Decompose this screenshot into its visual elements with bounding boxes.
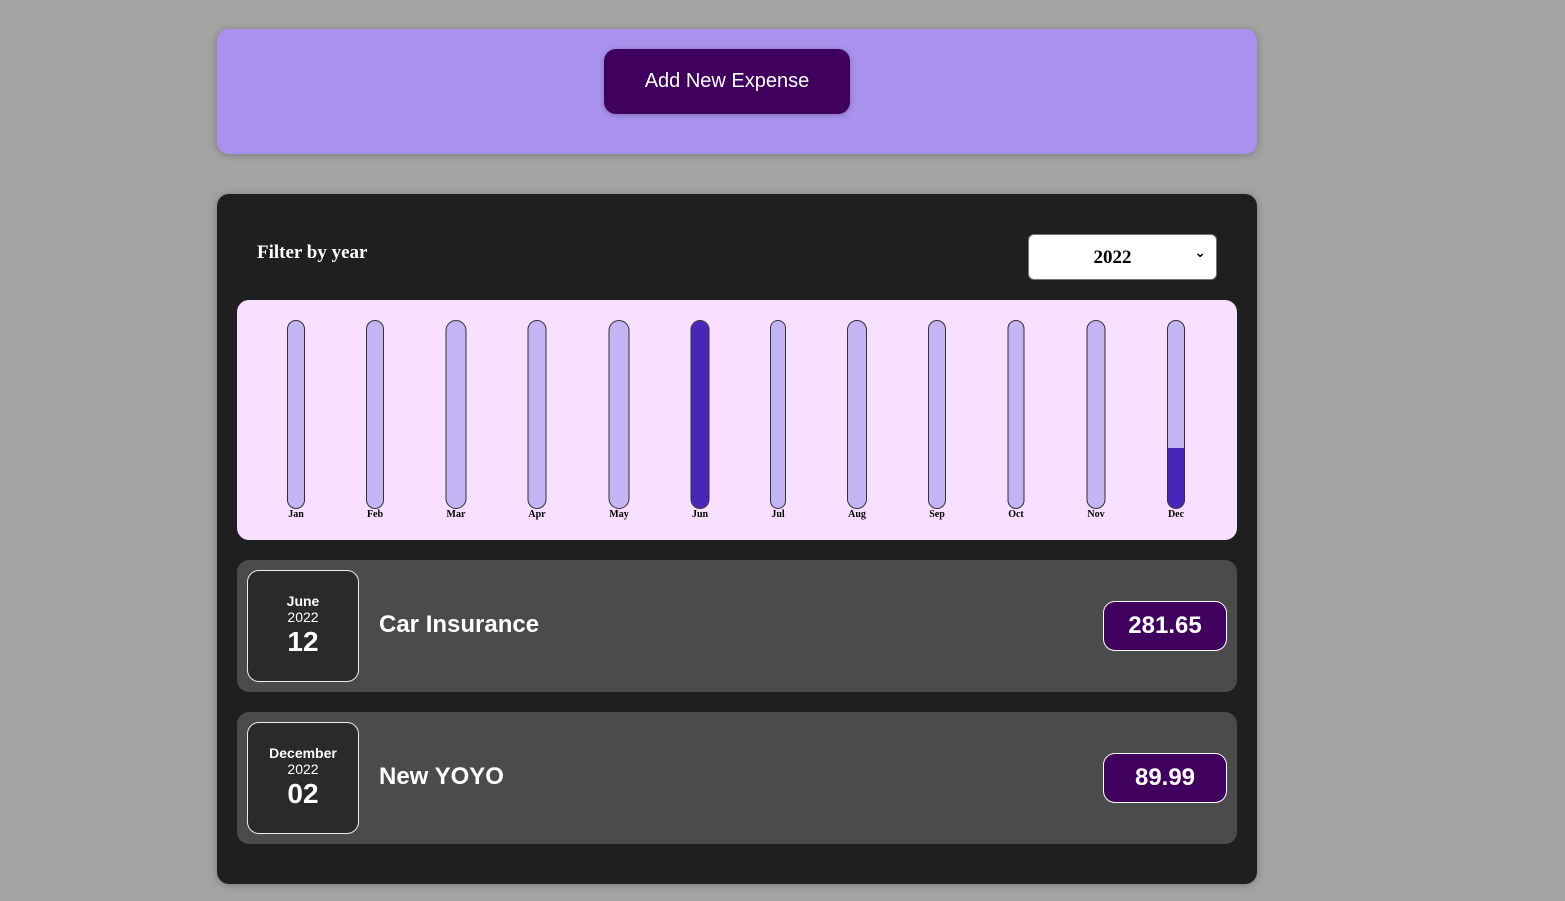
chart-bar-label: Oct [1008, 509, 1024, 520]
expense-title: Car Insurance [379, 611, 540, 638]
year-select-value: 2022 [1093, 247, 1132, 268]
expense-date-month: December [269, 745, 337, 761]
chart-bar-track [287, 320, 305, 509]
chart-bar-fill [691, 321, 709, 508]
chart-bar-may: May [595, 320, 643, 530]
chart-bar-label: Dec [1167, 509, 1185, 520]
chart-bar-apr: Apr [513, 320, 561, 530]
chart-bar-aug: Aug [833, 320, 881, 530]
chart-bar-track [608, 320, 630, 509]
year-select[interactable]: 2022 ⌄ [1028, 234, 1217, 280]
chart-bar-label: Jun [691, 509, 709, 520]
chart-bar-track [445, 320, 467, 509]
chart-bar-label: Mar [446, 509, 466, 520]
chart-bar-track [770, 320, 786, 509]
chart-bar-jun: Jun [676, 320, 724, 530]
expense-amount: 281.65 [1103, 601, 1227, 651]
chart-bar-track [1167, 320, 1185, 509]
chart-bar-label: Apr [528, 509, 546, 520]
chart-bar-track [527, 320, 547, 509]
chart-bar-track [847, 320, 867, 509]
chart-bar-sep: Sep [913, 320, 961, 530]
chart-bar-nov: Nov [1072, 320, 1120, 530]
chart-bar-label: Aug [848, 509, 866, 520]
chart-bar-label: Sep [929, 509, 945, 520]
expense-item[interactable]: December 2022 02 New YOYO 89.99 [237, 712, 1237, 844]
expenses-chart: Jan Feb Mar Apr May Jun Jul Aug Sep Oct Nov Dec [237, 300, 1237, 540]
expense-date-day: 12 [287, 626, 319, 657]
chart-bar-label: Jan [288, 509, 304, 520]
new-expense-panel: Add New Expense [217, 29, 1257, 154]
chart-bar-track [1007, 320, 1025, 509]
expense-date: June 2022 12 [247, 570, 359, 682]
chart-bar-track [928, 320, 946, 509]
chevron-down-icon: ⌄ [1194, 245, 1206, 261]
chart-bar-feb: Feb [351, 320, 399, 530]
expense-date-year: 2022 [287, 609, 319, 625]
chart-bar-label: Nov [1087, 509, 1105, 520]
expense-date-year: 2022 [287, 761, 319, 777]
expense-item[interactable]: June 2022 12 Car Insurance 281.65 [237, 560, 1237, 692]
chart-bar-fill [1168, 448, 1184, 508]
expense-date-day: 02 [287, 778, 319, 809]
chart-bar-jul: Jul [754, 320, 802, 530]
filter-by-year-label: Filter by year [257, 242, 368, 263]
chart-bar-track [690, 320, 710, 509]
chart-bar-dec: Dec [1152, 320, 1200, 530]
chart-bar-label: Jul [771, 509, 785, 520]
chart-bar-label: Feb [366, 509, 384, 520]
add-new-expense-button[interactable]: Add New Expense [604, 49, 850, 114]
chart-bar-track [1086, 320, 1106, 509]
chart-bar-track [366, 320, 384, 509]
chart-bar-oct: Oct [992, 320, 1040, 530]
expense-title: New YOYO [379, 763, 504, 790]
expense-date-month: June [286, 593, 320, 609]
chart-bar-mar: Mar [432, 320, 480, 530]
chart-bar-label: May [609, 509, 629, 520]
expenses-panel: Filter by year 2022 ⌄ Jan Feb Mar Apr May Jun… [217, 194, 1257, 884]
expense-date: December 2022 02 [247, 722, 359, 834]
chart-bar-jan: Jan [272, 320, 320, 530]
expense-amount: 89.99 [1103, 753, 1227, 803]
